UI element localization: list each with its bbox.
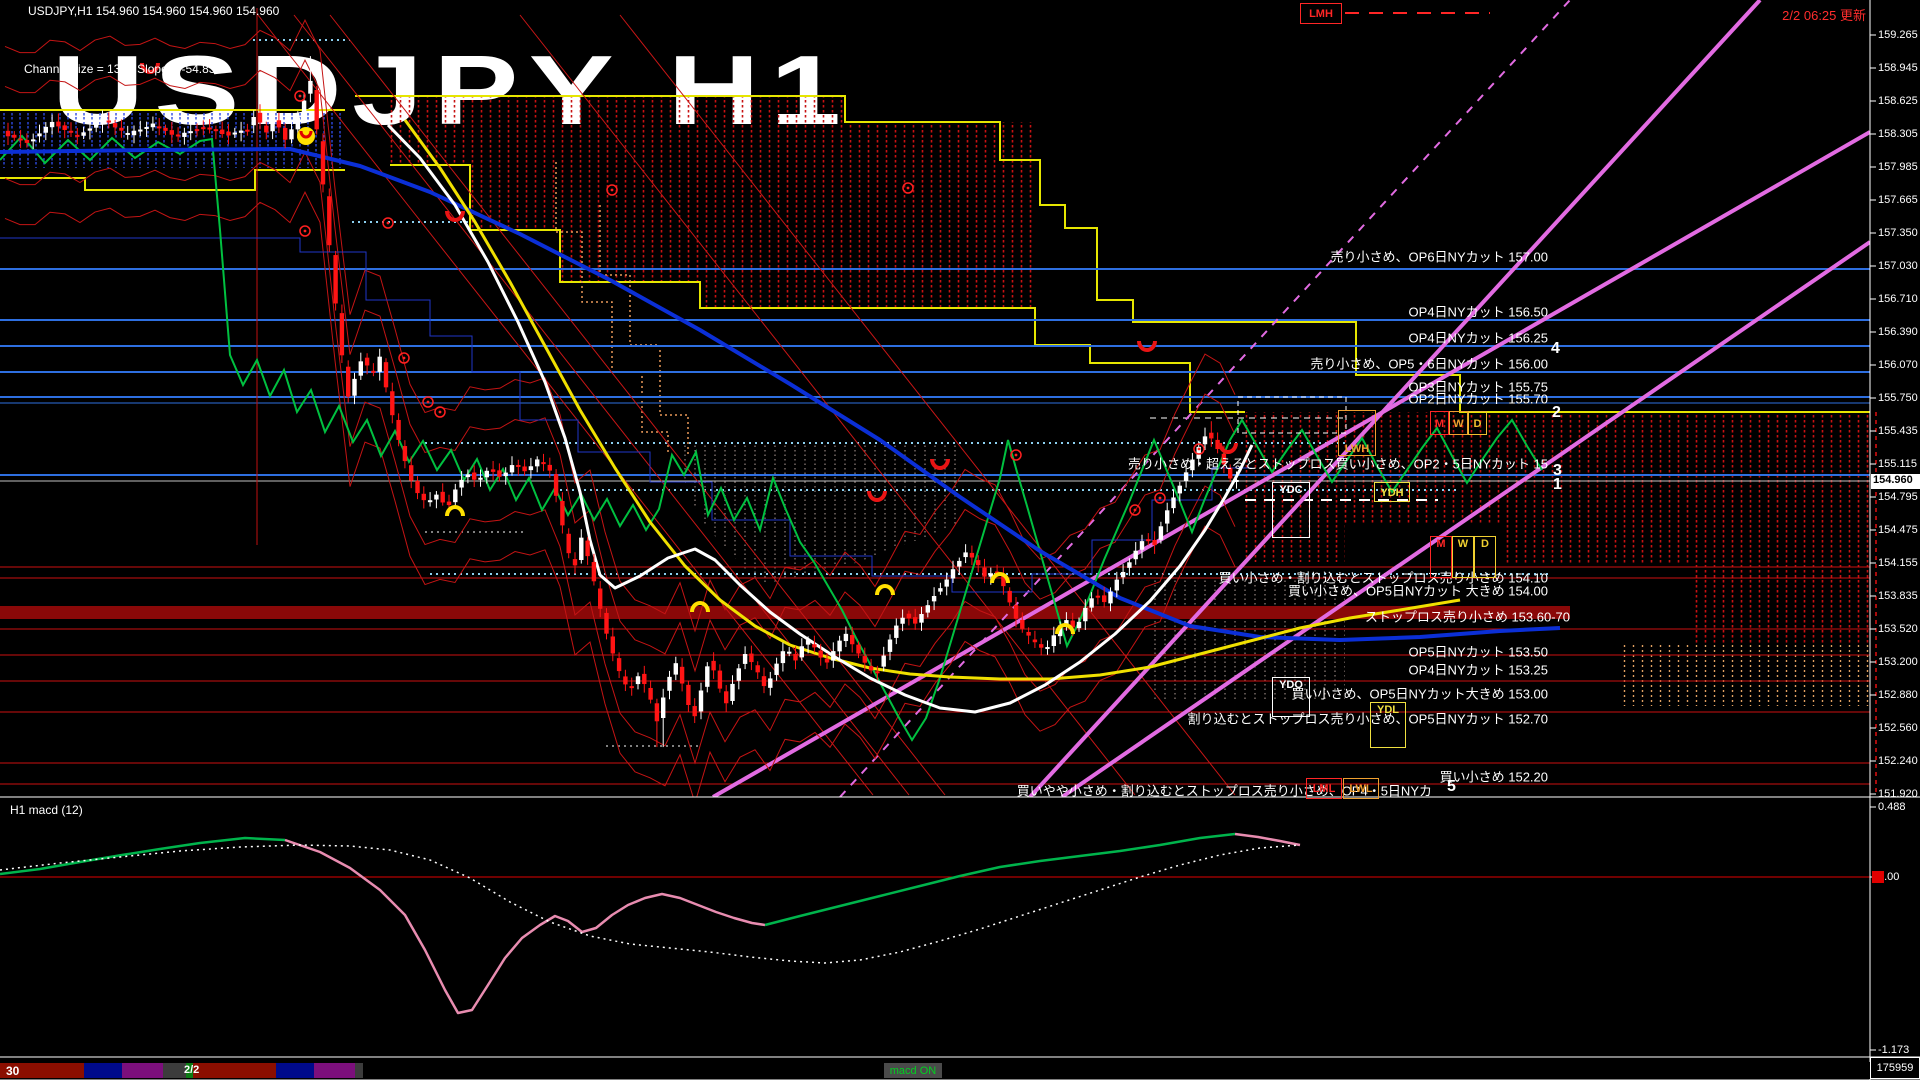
timeline-segment[interactable] bbox=[122, 1063, 163, 1078]
timeline-segment[interactable] bbox=[276, 1063, 314, 1078]
symbol-ohlc-readout: USDJPY,H1 154.960 154.960 154.960 154.96… bbox=[28, 4, 280, 18]
ydc-chip: YDC bbox=[1272, 482, 1310, 538]
ydh-chip: YDH bbox=[1374, 482, 1410, 502]
buy-hook-marker bbox=[875, 584, 895, 596]
price-axis-tick: 154.475 bbox=[1878, 524, 1918, 536]
price-axis-tick: 158.945 bbox=[1878, 62, 1918, 74]
price-axis-tick: 156.710 bbox=[1878, 293, 1918, 305]
order-annotation: 割り込むとストップロス売り小さめ、OP5日NYカット 152.70 bbox=[1187, 711, 1548, 727]
macd-zero-marker bbox=[1872, 871, 1884, 883]
price-axis-tick: 153.835 bbox=[1878, 590, 1918, 602]
current-price-tag: 154.960 bbox=[1871, 474, 1920, 489]
lwl-chip: LWL bbox=[1343, 778, 1379, 799]
price-axis-tick: 158.625 bbox=[1878, 95, 1918, 107]
wave-number-1: 1 bbox=[1553, 476, 1562, 493]
macd-line-segment bbox=[0, 836, 286, 876]
chart-canvas[interactable] bbox=[0, 0, 1920, 1080]
wave-number-4: 4 bbox=[1551, 340, 1560, 357]
price-axis-tick: 156.070 bbox=[1878, 359, 1918, 371]
price-axis-tick: 156.390 bbox=[1878, 326, 1918, 338]
w1-chip: W bbox=[1449, 411, 1468, 435]
m2-chip: M bbox=[1430, 536, 1452, 578]
order-annotation: 買い小さめ、OP5日NYカット大きめ 153.00 bbox=[1291, 686, 1548, 702]
order-annotation: 売り小さめ、OP5・6日NYカット 156.00 bbox=[1310, 356, 1548, 372]
macd-pane[interactable] bbox=[0, 832, 1870, 1015]
timeline-segment[interactable] bbox=[163, 1063, 186, 1078]
lml-chip: LML bbox=[1306, 778, 1342, 799]
price-axis-tick: 157.985 bbox=[1878, 161, 1918, 173]
price-axis-tick: 155.435 bbox=[1878, 425, 1918, 437]
macd-axis-tick: 0.488 bbox=[1878, 801, 1906, 813]
axis-corner-value: 175959 bbox=[1870, 1057, 1920, 1079]
d2-chip: D bbox=[1474, 536, 1496, 578]
price-axis-tick: 157.350 bbox=[1878, 227, 1918, 239]
order-annotation: 売り小さめ・超えるとストップロス買い小さめ、OP2・5日NYカット 15 bbox=[1128, 456, 1548, 472]
wave-number-2: 2 bbox=[1552, 404, 1561, 421]
ydl-chip: YDL bbox=[1370, 702, 1406, 748]
price-axis-tick: 151.920 bbox=[1878, 788, 1918, 800]
macd-line-segment bbox=[284, 838, 766, 1015]
price-axis-tick: 153.200 bbox=[1878, 656, 1918, 668]
order-annotation: 売り小さめ、OP6日NYカット 157.00 bbox=[1330, 249, 1548, 265]
price-axis-tick: 152.560 bbox=[1878, 722, 1918, 734]
price-axis-tick: 152.240 bbox=[1878, 755, 1918, 767]
macd-toggle-chip[interactable]: macd ON bbox=[884, 1063, 942, 1078]
timeline-segment[interactable] bbox=[314, 1063, 355, 1078]
order-annotation: OP4日NYカット 156.25 bbox=[1408, 330, 1548, 346]
wave-number-5: 5 bbox=[1447, 778, 1456, 795]
lwh-chip: LWH bbox=[1338, 410, 1376, 456]
price-axis-tick: 159.265 bbox=[1878, 29, 1918, 41]
ichimoku-cloud bbox=[1620, 645, 1870, 706]
order-annotation: OP5日NYカット 153.50 bbox=[1408, 644, 1548, 660]
price-axis-tick: 153.520 bbox=[1878, 623, 1918, 635]
ydo-chip: YDO bbox=[1272, 677, 1310, 717]
price-axis-tick: 157.665 bbox=[1878, 194, 1918, 206]
buy-hook-marker bbox=[445, 505, 465, 517]
w2-chip: W bbox=[1452, 536, 1474, 578]
timeline-segment[interactable] bbox=[355, 1063, 363, 1078]
bar-count-label: 30 bbox=[6, 1064, 20, 1078]
senkou-step-line bbox=[0, 169, 345, 191]
macd-signal-line bbox=[0, 844, 1301, 964]
timeline-segment[interactable] bbox=[84, 1063, 122, 1078]
m1-chip: M bbox=[1430, 411, 1449, 435]
macd-line-segment bbox=[1234, 832, 1301, 847]
channel-indicator-readout: Channel size = 1375 Slope = -54.83 bbox=[24, 62, 216, 76]
price-axis-tick: 152.880 bbox=[1878, 689, 1918, 701]
macd-axis-tick: -1.173 bbox=[1878, 1044, 1910, 1056]
d1-chip: D bbox=[1468, 411, 1487, 435]
lmh-chip: LMH bbox=[1300, 3, 1342, 24]
macd-line-segment bbox=[764, 832, 1236, 927]
order-annotation: OP4日NYカット 153.25 bbox=[1408, 662, 1548, 678]
order-annotation: ストップロス売り小さめ 153.60-70 bbox=[1364, 609, 1570, 625]
order-annotation: 買い小さめ、OP5日NYカット 大きめ 154.00 bbox=[1287, 583, 1548, 599]
order-annotation: OP4日NYカット 156.50 bbox=[1408, 304, 1548, 320]
price-axis-tick: 155.115 bbox=[1878, 458, 1917, 470]
price-axis-tick: 157.030 bbox=[1878, 260, 1918, 272]
main-chart-pane[interactable] bbox=[0, 0, 1870, 803]
macd-indicator-label: H1 macd (12) bbox=[10, 803, 83, 817]
ichimoku-cloud bbox=[390, 96, 1035, 308]
mt4-chart-window: USDJPY H1 USDJPY,H1 154.960 154.960 154.… bbox=[0, 0, 1920, 1080]
timeline-segment[interactable] bbox=[193, 1063, 276, 1078]
price-axis-tick: 155.750 bbox=[1878, 392, 1918, 404]
price-axis-tick: 158.305 bbox=[1878, 128, 1918, 140]
order-annotation: OP2日NYカット 155.70 bbox=[1408, 391, 1548, 407]
last-update-timestamp: 2/2 06:25 更新 bbox=[1782, 8, 1866, 23]
bar-date-label: 2/2 bbox=[184, 1064, 200, 1076]
price-axis-tick: 154.795 bbox=[1878, 491, 1918, 503]
price-axis-tick: 154.155 bbox=[1878, 557, 1918, 569]
